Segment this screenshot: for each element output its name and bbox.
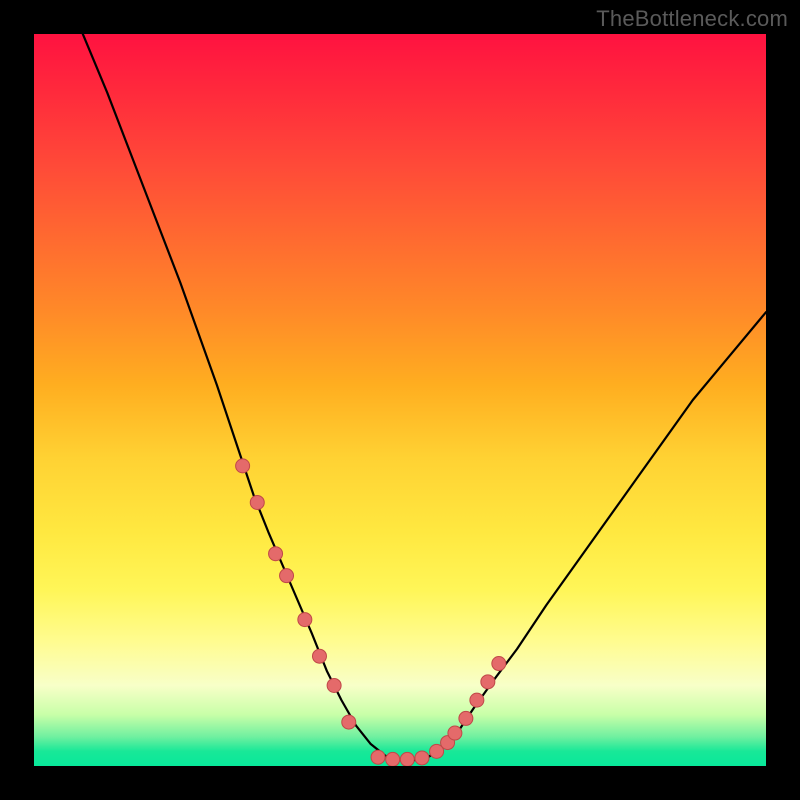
data-point (459, 711, 473, 725)
data-point (269, 547, 283, 561)
data-point (415, 751, 429, 765)
data-point (448, 726, 462, 740)
curve-svg (34, 34, 766, 766)
data-point (298, 613, 312, 627)
data-point (312, 649, 326, 663)
data-point (400, 752, 414, 766)
data-point (236, 459, 250, 473)
data-point (250, 495, 264, 509)
data-point (280, 569, 294, 583)
watermark-text: TheBottleneck.com (596, 6, 788, 32)
data-point (342, 715, 356, 729)
data-point (470, 693, 484, 707)
data-points-group (236, 459, 506, 766)
bottleneck-curve (71, 34, 766, 760)
data-point (386, 752, 400, 766)
data-point (481, 675, 495, 689)
plot-area (34, 34, 766, 766)
chart-container: TheBottleneck.com (0, 0, 800, 800)
data-point (327, 678, 341, 692)
data-point (492, 657, 506, 671)
data-point (371, 750, 385, 764)
